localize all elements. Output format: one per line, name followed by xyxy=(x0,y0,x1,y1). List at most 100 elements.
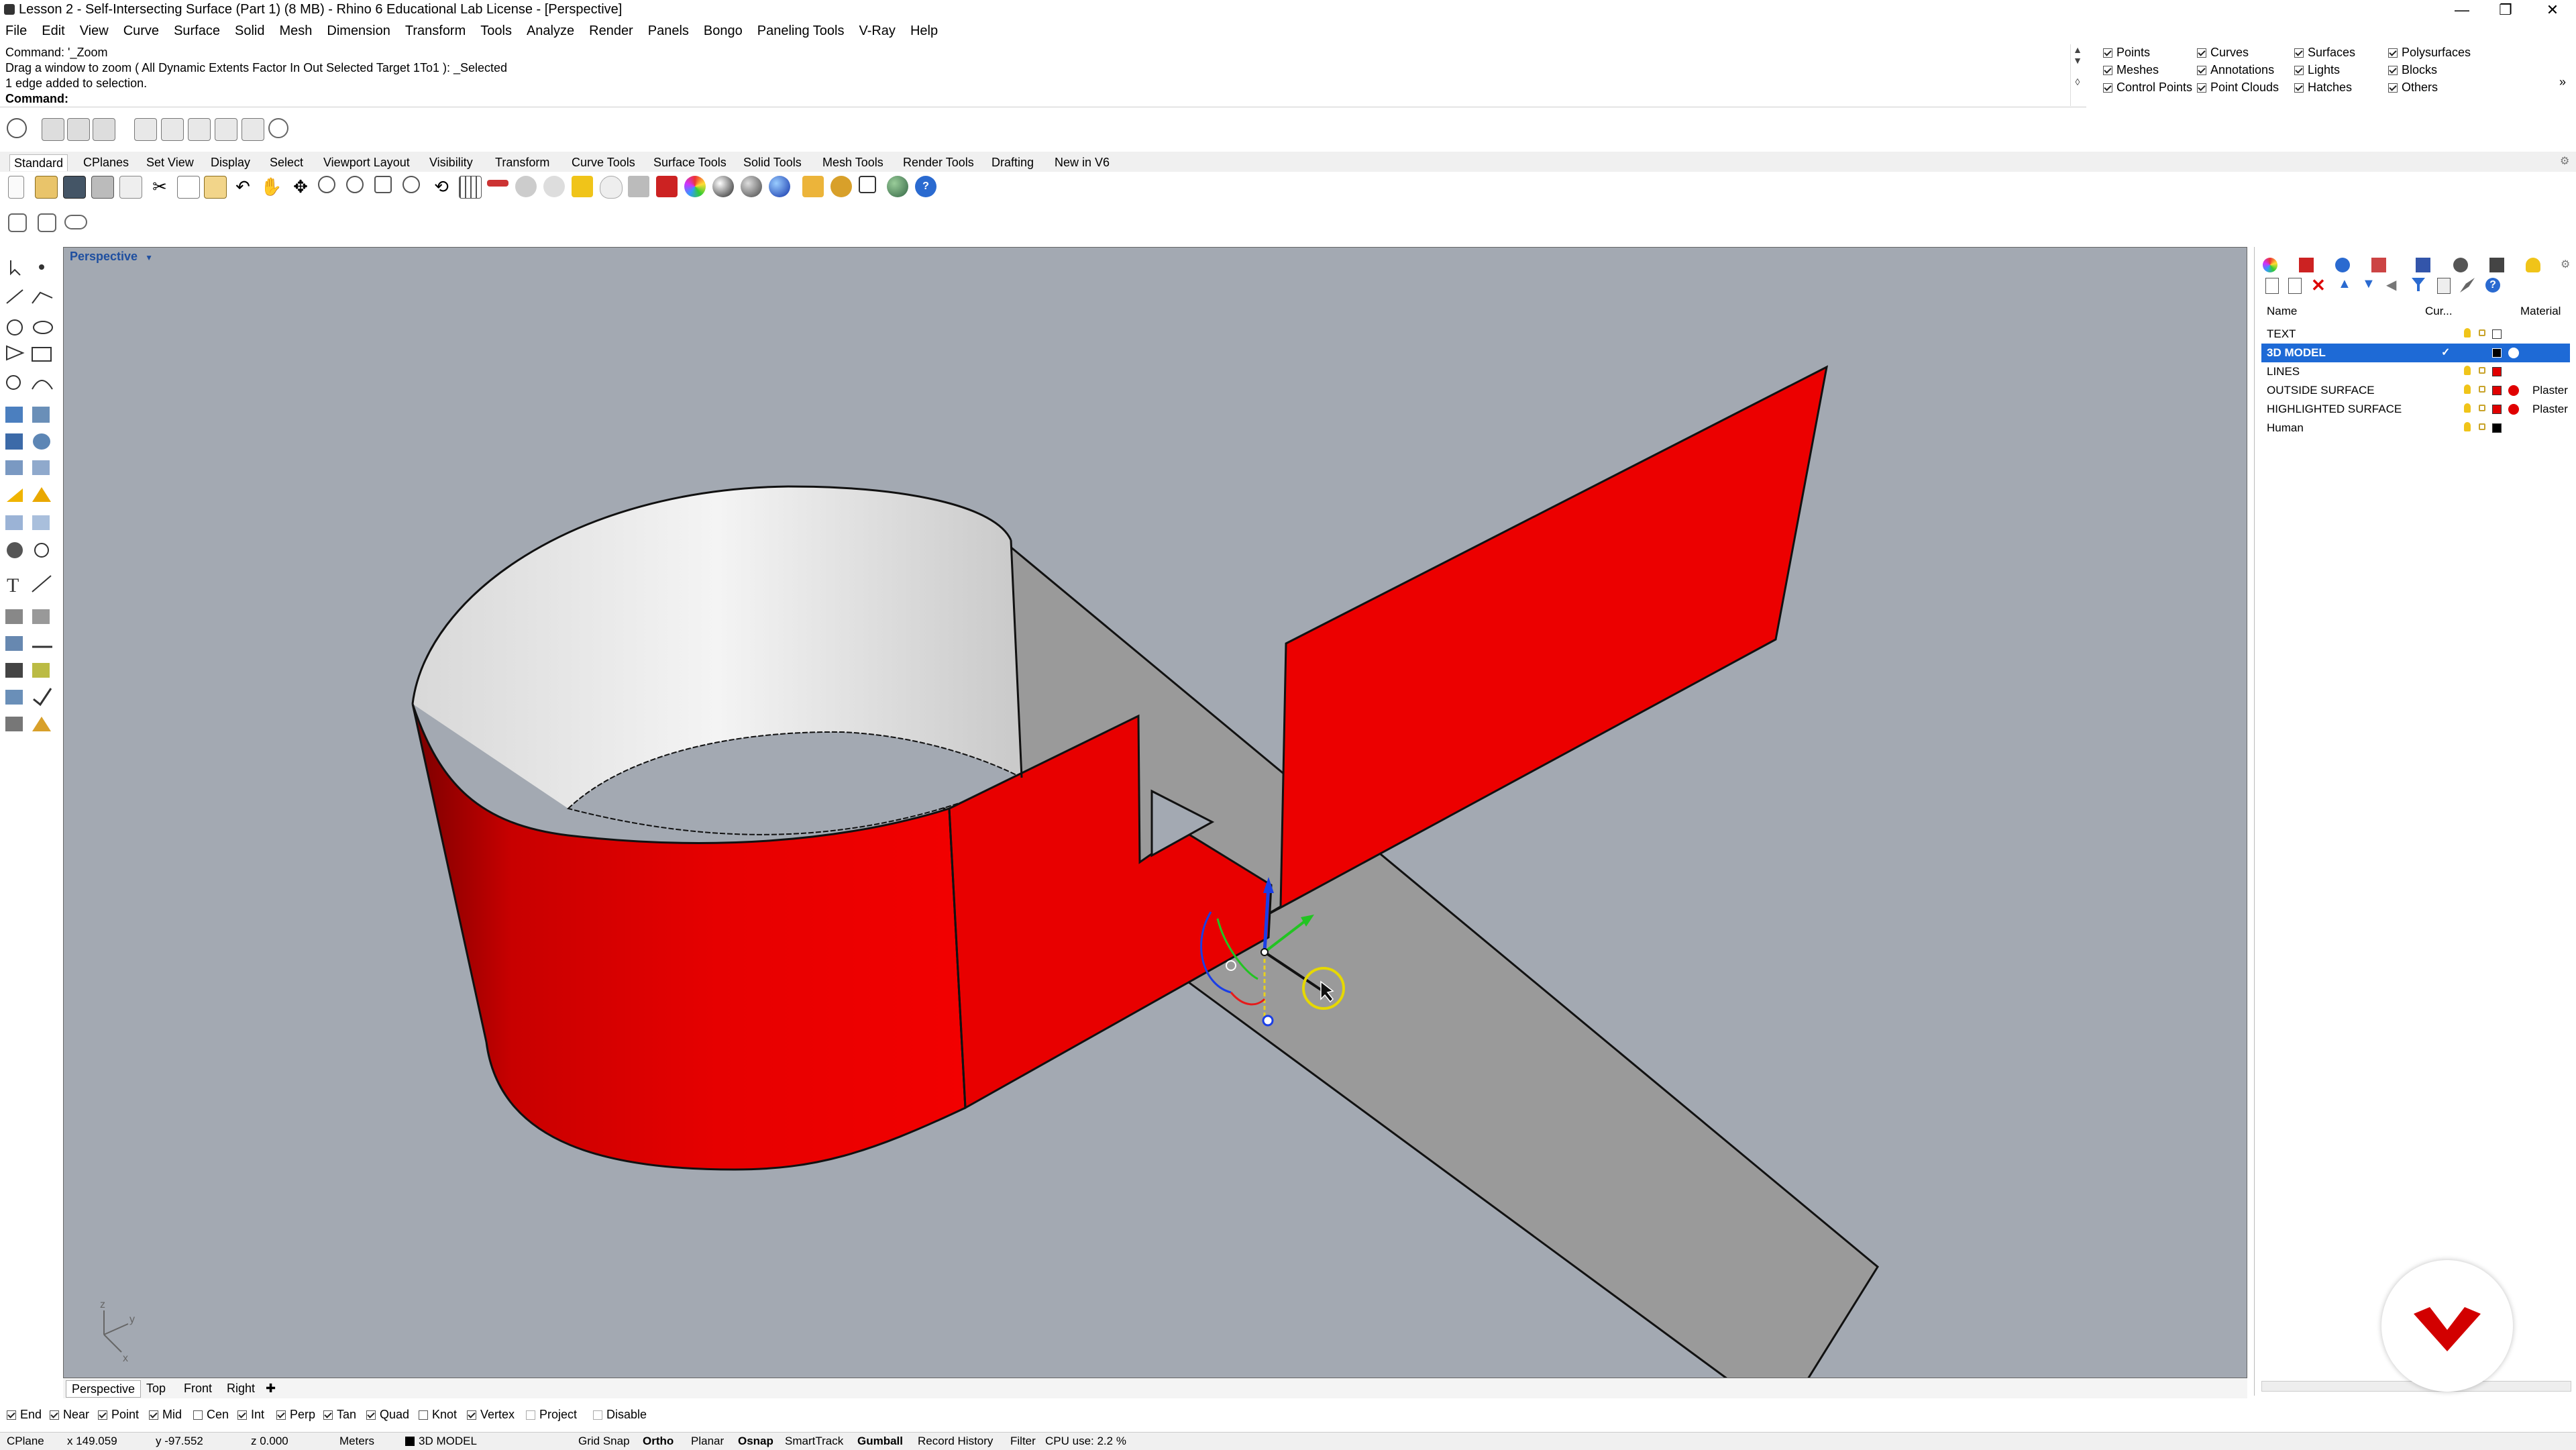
new-file-icon[interactable] xyxy=(8,176,24,199)
rhino-options-icon[interactable] xyxy=(7,118,27,138)
checkbox-icon[interactable] xyxy=(2103,83,2112,93)
osnap-knot[interactable]: Knot xyxy=(419,1408,457,1422)
filter-point-clouds[interactable]: Point Clouds xyxy=(2197,81,2279,95)
osnap-vertex[interactable]: Vertex xyxy=(467,1408,515,1422)
layer-header-current[interactable]: Cur... xyxy=(2425,305,2453,318)
tab-display[interactable]: Display xyxy=(207,154,254,170)
copy-icon[interactable] xyxy=(177,176,200,199)
hide-objects-icon[interactable] xyxy=(543,176,565,197)
filter-polysurfaces[interactable]: Polysurfaces xyxy=(2388,46,2471,60)
command-prompt-input[interactable]: Command: xyxy=(5,91,2081,107)
grid-icon[interactable] xyxy=(459,176,482,199)
display-tab-icon[interactable] xyxy=(2335,258,2350,272)
filter-blocks[interactable]: Blocks xyxy=(2388,63,2437,77)
layer-states-icon[interactable] xyxy=(2437,278,2451,294)
status-grid-snap[interactable]: Grid Snap xyxy=(578,1435,630,1448)
menu-tools[interactable]: Tools xyxy=(480,23,512,39)
layers-tab-icon[interactable] xyxy=(2299,258,2314,272)
menu-transform[interactable]: Transform xyxy=(405,23,466,39)
osnap-perp[interactable]: Perp xyxy=(276,1408,315,1422)
viewport-menu-chevron-icon[interactable]: ▼ xyxy=(145,253,153,262)
layer-lock-icon[interactable] xyxy=(2479,329,2485,336)
print-icon[interactable] xyxy=(91,176,114,199)
menu-panels[interactable]: Panels xyxy=(648,23,689,39)
properties-tab-icon[interactable] xyxy=(2263,258,2277,272)
environments-tab-icon[interactable] xyxy=(2453,258,2468,272)
status-record-history[interactable]: Record History xyxy=(918,1435,993,1448)
perspective-view-icon[interactable] xyxy=(42,118,64,141)
menu-paneling-tools[interactable]: Paneling Tools xyxy=(757,23,845,39)
snap-grid-icon[interactable] xyxy=(859,176,876,193)
named-views-tab-icon[interactable] xyxy=(2489,258,2504,272)
status-smarttrack[interactable]: SmartTrack xyxy=(785,1435,843,1448)
status-osnap[interactable]: Osnap xyxy=(738,1435,773,1448)
menu-mesh[interactable]: Mesh xyxy=(279,23,312,39)
zoom-window-icon[interactable] xyxy=(346,176,364,193)
environment-icon[interactable] xyxy=(769,176,790,197)
light-bulb-icon[interactable] xyxy=(600,176,623,199)
checkbox-icon[interactable] xyxy=(2197,83,2206,93)
options-gear-icon[interactable] xyxy=(830,176,852,197)
layer-visible-bulb-icon[interactable] xyxy=(2464,384,2471,394)
tab-mesh-tools[interactable]: Mesh Tools xyxy=(818,154,888,170)
status-gumball[interactable]: Gumball xyxy=(857,1435,903,1448)
filter-points[interactable]: Points xyxy=(2103,46,2150,60)
4-views-icon[interactable] xyxy=(67,118,90,141)
xray-view-icon[interactable] xyxy=(215,118,237,141)
tab-curve-tools[interactable]: Curve Tools xyxy=(568,154,639,170)
osnap-quad[interactable]: Quad xyxy=(366,1408,409,1422)
checkbox-icon[interactable] xyxy=(2388,83,2398,93)
filter-tool-icon[interactable] xyxy=(802,176,824,197)
viewport-tab-front[interactable]: Front xyxy=(178,1380,217,1396)
tab-viewport-layout[interactable]: Viewport Layout xyxy=(319,154,414,170)
filter-surfaces[interactable]: Surfaces xyxy=(2294,46,2355,60)
viewport-perspective[interactable]: z y x xyxy=(63,247,2247,1378)
osnap-near[interactable]: Near xyxy=(50,1408,89,1422)
layer-material-icon[interactable] xyxy=(2508,348,2519,358)
tab-standard[interactable]: Standard xyxy=(9,154,68,171)
layer-lock-icon[interactable] xyxy=(2479,367,2485,374)
layer-color-swatch[interactable] xyxy=(2492,405,2502,414)
menu-view[interactable]: View xyxy=(80,23,109,39)
select-all-icon[interactable] xyxy=(515,176,537,197)
menu-render[interactable]: Render xyxy=(589,23,633,39)
layer-visible-bulb-icon[interactable] xyxy=(2464,403,2471,413)
tools-icon[interactable] xyxy=(2460,278,2475,293)
viewport-tab-top[interactable]: Top xyxy=(141,1380,171,1396)
tab-visibility[interactable]: Visibility xyxy=(425,154,477,170)
history-toggle-icon[interactable] xyxy=(38,213,56,232)
checkbox-icon[interactable] xyxy=(2103,65,2112,75)
gumball-toggle-icon[interactable] xyxy=(8,213,27,232)
move-layer-up-icon[interactable]: ▲ xyxy=(2338,276,2351,292)
paste-icon[interactable] xyxy=(204,176,227,199)
layer-color-swatch[interactable] xyxy=(2492,423,2502,433)
layer-color-swatch[interactable] xyxy=(2492,348,2502,358)
osnap-mid[interactable]: Mid xyxy=(149,1408,182,1422)
tab-select[interactable]: Select xyxy=(266,154,307,170)
delete-layer-icon[interactable]: ✕ xyxy=(2311,275,2326,296)
materials-tab-icon[interactable] xyxy=(2371,258,2386,272)
menu-bongo[interactable]: Bongo xyxy=(704,23,743,39)
ghosted-view-icon[interactable] xyxy=(161,118,184,141)
open-file-icon[interactable] xyxy=(35,176,58,199)
layer-lock-icon[interactable] xyxy=(2479,423,2485,430)
filter-curves[interactable]: Curves xyxy=(2197,46,2249,60)
viewport-tab-perspective[interactable]: Perspective xyxy=(66,1380,142,1398)
cut-icon[interactable]: ✂ xyxy=(149,176,170,197)
filter-annotations[interactable]: Annotations xyxy=(2197,63,2274,77)
notifications-tab-icon[interactable] xyxy=(2526,258,2540,272)
checkbox-icon[interactable] xyxy=(2388,65,2398,75)
lock-objects-icon[interactable] xyxy=(628,176,649,197)
menu-help[interactable]: Help xyxy=(910,23,938,39)
tab-render-tools[interactable]: Render Tools xyxy=(899,154,978,170)
layer-visible-bulb-icon[interactable] xyxy=(2464,366,2471,375)
checkbox-icon[interactable] xyxy=(2197,48,2206,58)
rotate-view-icon[interactable]: ✥ xyxy=(290,176,311,197)
tab-transform[interactable]: Transform xyxy=(491,154,553,170)
menu-solid[interactable]: Solid xyxy=(235,23,264,39)
tab-set-view[interactable]: Set View xyxy=(142,154,198,170)
filter-lights[interactable]: Lights xyxy=(2294,63,2340,77)
technical-view-icon[interactable] xyxy=(241,118,264,141)
new-sublayer-icon[interactable] xyxy=(2288,278,2302,294)
tab-drafting[interactable]: Drafting xyxy=(987,154,1038,170)
